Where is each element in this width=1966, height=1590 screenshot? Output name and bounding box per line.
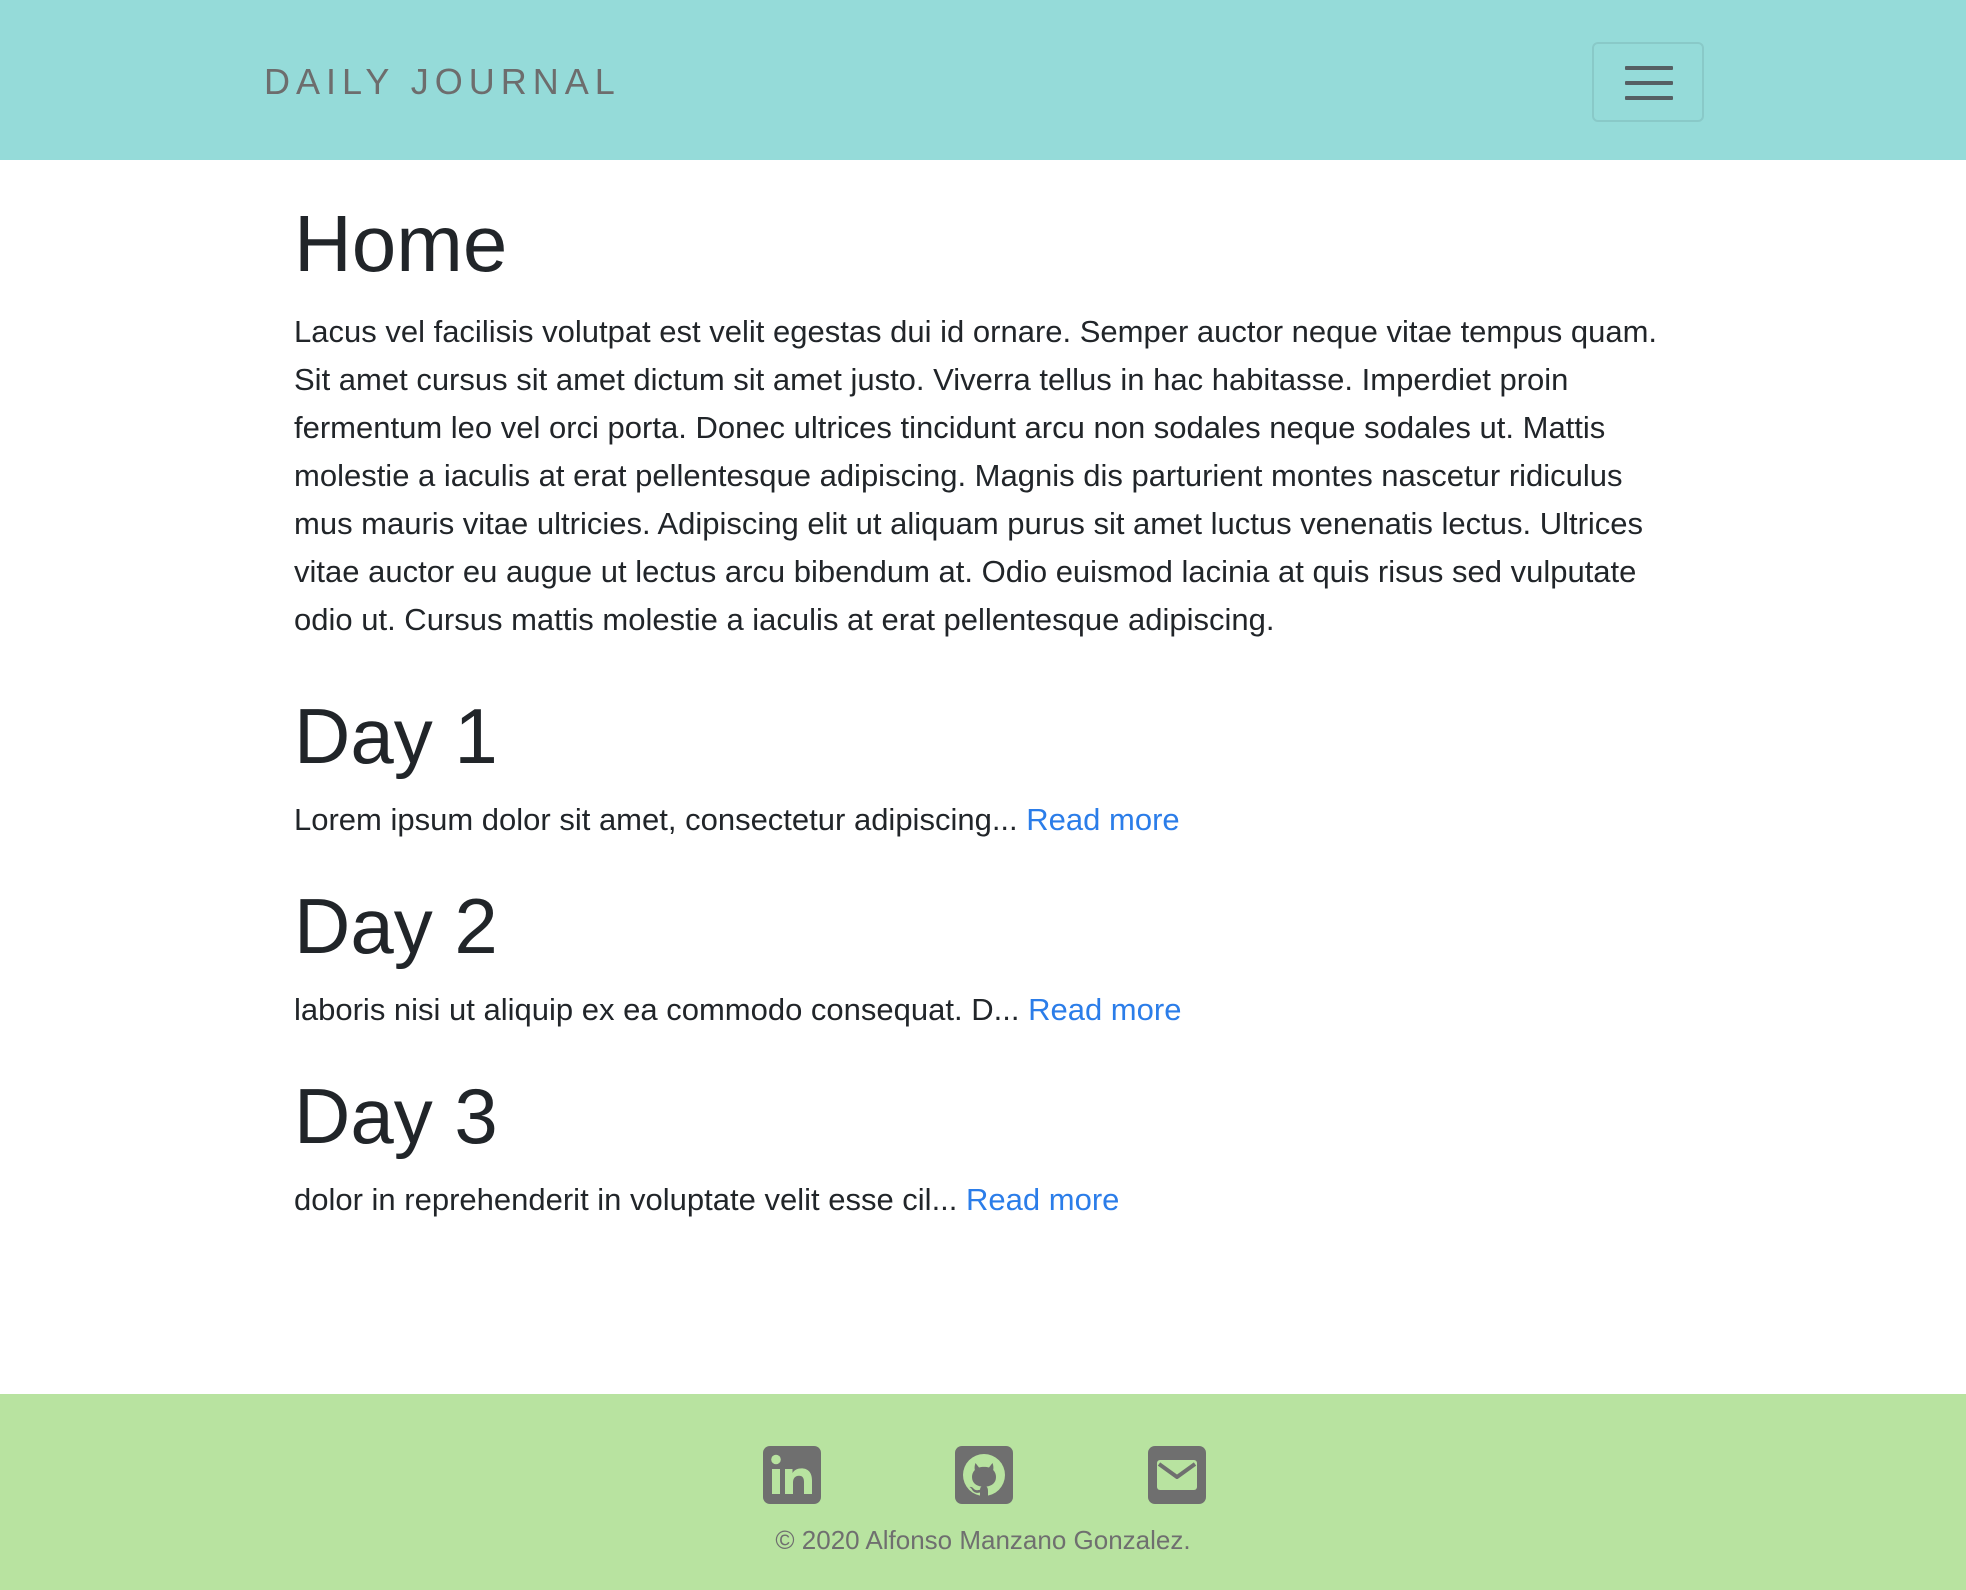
read-more-link[interactable]: Read more <box>966 1182 1119 1217</box>
linkedin-icon[interactable] <box>763 1446 821 1504</box>
hamburger-menu-icon <box>1625 66 1673 70</box>
post-excerpt-text: laboris nisi ut aliquip ex ea commodo co… <box>294 992 1020 1027</box>
hamburger-menu-icon-bar <box>1625 96 1673 100</box>
footer: © 2020 Alfonso Manzano Gonzalez. <box>0 1394 1966 1590</box>
page: DAILY JOURNAL Home Lacus vel facilisis v… <box>0 0 1966 1590</box>
read-more-link[interactable]: Read more <box>1026 802 1179 837</box>
post-title: Day 2 <box>294 882 498 970</box>
post-excerpt-text: dolor in reprehenderit in voluptate veli… <box>294 1182 958 1217</box>
post-title: Day 3 <box>294 1072 498 1160</box>
email-icon[interactable] <box>1148 1446 1206 1504</box>
github-icon[interactable] <box>955 1446 1013 1504</box>
copyright-text: © 2020 Alfonso Manzano Gonzalez. <box>775 1525 1191 1555</box>
read-more-link[interactable]: Read more <box>1028 992 1181 1027</box>
hamburger-menu-icon-bar <box>1625 81 1673 85</box>
intro-paragraph: Lacus vel facilisis volutpat est velit e… <box>294 314 1658 637</box>
post-item: Day 3 dolor in reprehenderit in voluptat… <box>294 1068 1674 1224</box>
post-excerpt-text: Lorem ipsum dolor sit amet, consectetur … <box>294 802 1018 837</box>
brand-link[interactable]: DAILY JOURNAL <box>264 58 621 106</box>
post-excerpt: Lorem ipsum dolor sit amet, consectetur … <box>294 796 1674 844</box>
main-content: Home Lacus vel facilisis volutpat est ve… <box>294 196 1674 1224</box>
post-excerpt: laboris nisi ut aliquip ex ea commodo co… <box>294 986 1674 1034</box>
post-item: Day 2 laboris nisi ut aliquip ex ea comm… <box>294 878 1674 1034</box>
post-excerpt: dolor in reprehenderit in voluptate veli… <box>294 1176 1674 1224</box>
post-item: Day 1 Lorem ipsum dolor sit amet, consec… <box>294 688 1674 844</box>
navbar-toggle-button[interactable] <box>1592 42 1704 122</box>
navbar: DAILY JOURNAL <box>0 0 1966 160</box>
page-title: Home <box>294 199 508 288</box>
post-title: Day 1 <box>294 692 498 780</box>
